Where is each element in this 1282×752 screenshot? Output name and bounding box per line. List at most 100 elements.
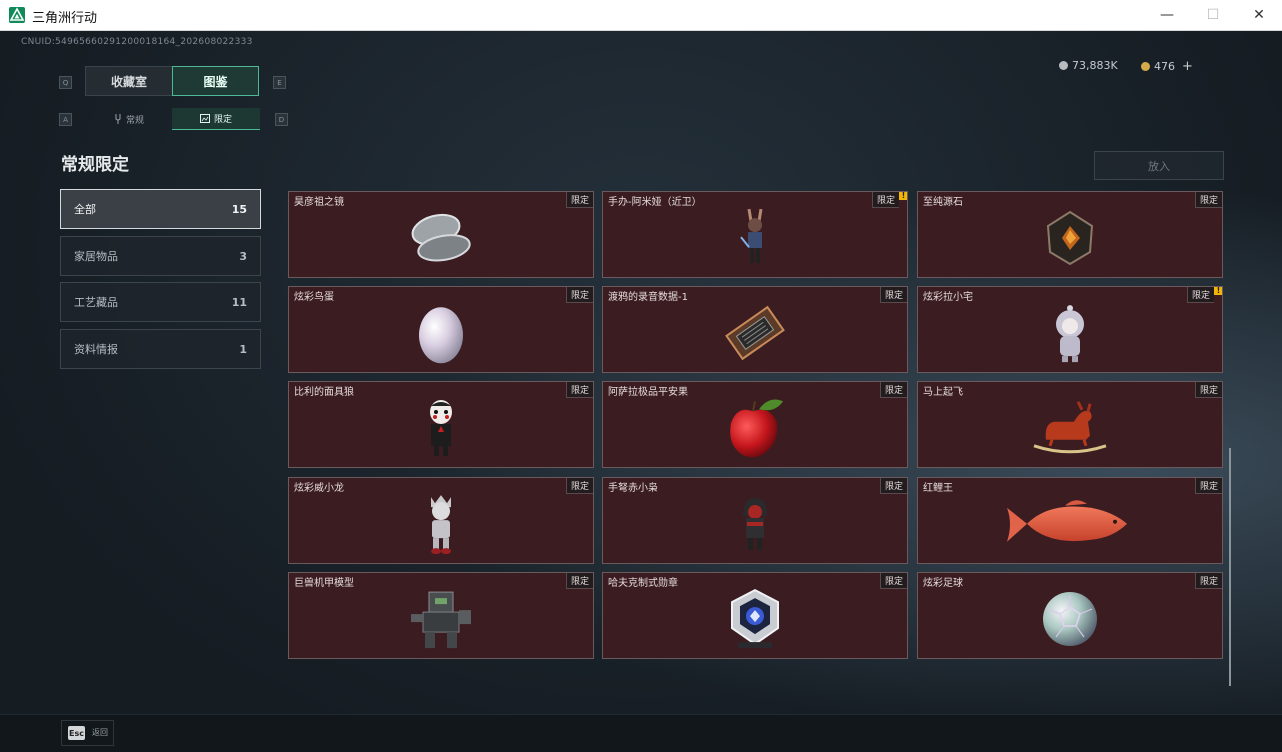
item-name: 红鲤王 (923, 483, 953, 494)
window-title: 三角洲行动 (32, 11, 98, 26)
red-apple-icon (730, 399, 783, 457)
key-hint-a: A (59, 113, 72, 126)
esc-key-hint: Esc (68, 726, 85, 740)
silver-coin-icon (1059, 61, 1068, 70)
item-card[interactable]: 哈夫克制式勋章 限定 (602, 572, 908, 659)
limited-tag: 限定 (879, 287, 907, 303)
limited-tag: 限定 (1194, 573, 1222, 589)
add-currency-button[interactable]: + (1182, 59, 1193, 74)
alert-icon: ! (1214, 287, 1222, 295)
category-intel[interactable]: 资料情报 1 (60, 329, 261, 369)
hooded-figure-icon (1056, 304, 1084, 362)
subtab-regular[interactable]: 常规 (85, 108, 173, 130)
item-name: 至纯源石 (923, 197, 963, 208)
item-card[interactable]: 阿萨拉极品平安果 限定 (602, 381, 908, 468)
limited-tag: 限定 (879, 573, 907, 589)
item-name: 炫彩鸟蛋 (294, 292, 334, 303)
figure-amiya-icon (740, 208, 763, 263)
pearl-egg-icon (419, 306, 463, 363)
bottom-bar: Esc 返回 (0, 714, 1282, 752)
game-viewport: CNUID:5496566029120001816​4_202608022333… (0, 31, 1282, 752)
red-hooded-figure-icon (743, 497, 767, 550)
silver-currency: 73,883K (1059, 59, 1118, 72)
item-card[interactable]: 炫彩鸟蛋 限定 (288, 286, 594, 373)
limited-tag: 限定 (1186, 287, 1214, 303)
key-hint-q: Q (59, 76, 72, 89)
category-all[interactable]: 全部 15 (60, 189, 261, 229)
category-label: 全部 (74, 203, 96, 216)
tuning-fork-icon (115, 114, 121, 124)
item-name: 炫彩威小龙 (294, 483, 344, 494)
category-crafts[interactable]: 工艺藏品 11 (60, 282, 261, 322)
item-card[interactable]: 炫彩足球 限定 (917, 572, 1223, 659)
close-button[interactable]: ✕ (1236, 0, 1282, 30)
category-count: 15 (231, 202, 247, 216)
item-card[interactable]: 至纯源石 限定 (917, 191, 1223, 278)
item-name: 阿萨拉极品平安果 (608, 387, 688, 398)
subtab-limited[interactable]: 限定 (172, 108, 260, 130)
item-card[interactable]: 巨兽机甲模型 限定 (288, 572, 594, 659)
grid-scrollbar[interactable] (1229, 448, 1231, 686)
item-card[interactable]: 红鲤王 限定 (917, 477, 1223, 564)
category-label: 资料情报 (74, 343, 118, 356)
gold-amount: 476 (1154, 60, 1175, 73)
item-name: 比利的面具狼 (294, 387, 354, 398)
item-name: 渡鸦的录音数据-1 (608, 292, 688, 303)
item-card[interactable]: 渡鸦的录音数据-1 限定 (602, 286, 908, 373)
item-card[interactable]: 手弩赤小枭 限定 (602, 477, 908, 564)
key-hint-d: D (275, 113, 288, 126)
key-hint-e: E (273, 76, 286, 89)
item-name: 炫彩拉小宅 (923, 292, 973, 303)
gold-currency: 476 + (1141, 59, 1193, 74)
user-uid: CNUID:5496566029120001816​4_202608022333 (21, 37, 253, 47)
originium-crystal-icon (1046, 210, 1094, 265)
tab-codex[interactable]: 图鉴 (172, 66, 259, 96)
window-titlebar: 三角洲行动 — ☐ ✕ (0, 0, 1282, 31)
put-in-button[interactable]: 放入 (1094, 151, 1224, 180)
mech-model-icon (411, 591, 471, 648)
rocking-horse-icon (1033, 400, 1107, 453)
alert-icon: ! (899, 192, 907, 200)
item-card[interactable]: 比利的面具狼 限定 (288, 381, 594, 468)
item-card[interactable]: 昊彦祖之镜 限定 (288, 191, 594, 278)
limited-tag: 限定 (1194, 478, 1222, 494)
limited-tag: 限定 (879, 382, 907, 398)
limited-tag: 限定 (565, 287, 593, 303)
jigsaw-puppet-icon (430, 399, 452, 456)
maximize-button[interactable]: ☐ (1190, 0, 1236, 30)
silver-figure-icon (431, 494, 451, 554)
category-household[interactable]: 家居物品 3 (60, 236, 261, 276)
subtab-regular-label: 常规 (125, 115, 144, 126)
limited-tag: 限定 (565, 192, 593, 208)
limited-tag: 限定 (565, 573, 593, 589)
minimize-button[interactable]: — (1144, 0, 1190, 30)
item-name: 手办-阿米娅（近卫） (608, 197, 702, 208)
category-count: 11 (231, 295, 247, 309)
item-card[interactable]: 炫彩威小龙 限定 (288, 477, 594, 564)
subtab-limited-label: 限定 (213, 115, 232, 125)
medal-badge-icon (731, 588, 779, 648)
iridescent-football-icon (1043, 591, 1097, 646)
item-name: 巨兽机甲模型 (294, 578, 354, 589)
limited-tag: 限定 (1194, 192, 1222, 208)
gold-coin-icon (1141, 62, 1150, 71)
item-name: 炫彩足球 (923, 578, 963, 589)
back-label: 返回 (92, 728, 108, 737)
item-card[interactable]: 炫彩拉小宅 限定 ! (917, 286, 1223, 373)
page-title: 常规限定 (61, 155, 129, 175)
limited-tag: 限定 (565, 478, 593, 494)
limited-tag: 限定 (879, 478, 907, 494)
image-frame-icon (199, 114, 210, 123)
compact-mirror-icon (411, 213, 471, 261)
category-count: 3 (239, 249, 247, 263)
item-card[interactable]: 手办-阿米娅（近卫） 限定 ! (602, 191, 908, 278)
tab-collection-room[interactable]: 收藏室 (85, 66, 173, 96)
category-label: 家居物品 (74, 250, 118, 263)
app-logo-icon (9, 7, 25, 23)
item-name: 昊彦祖之镜 (294, 197, 344, 208)
item-card[interactable]: 马上起飞 限定 (917, 381, 1223, 468)
red-carp-icon (1007, 499, 1127, 542)
limited-tag: 限定 (565, 382, 593, 398)
recorder-device-icon (725, 305, 785, 360)
limited-tag: 限定 (871, 192, 899, 208)
